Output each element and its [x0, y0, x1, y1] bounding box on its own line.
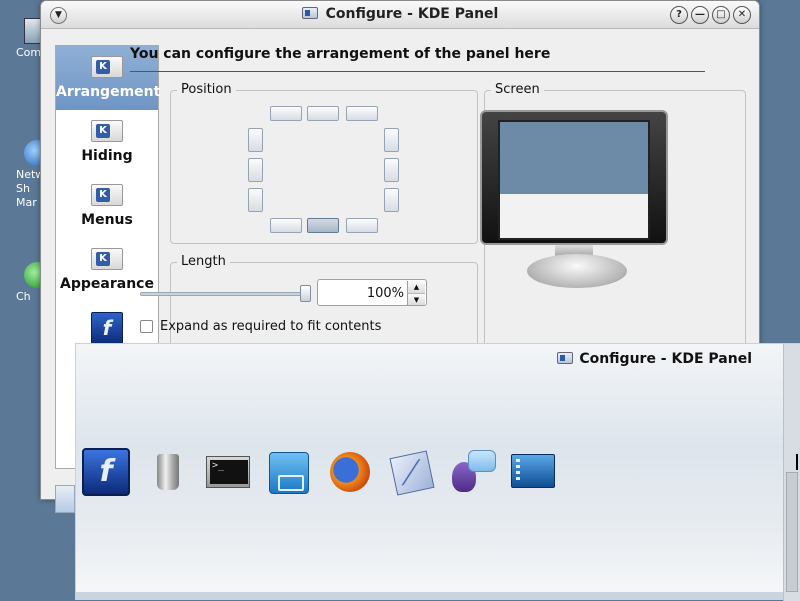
- maximize-button[interactable]: □: [712, 6, 730, 24]
- text-cursor-icon: [796, 454, 800, 470]
- monitor-preview: [480, 110, 668, 245]
- screen-preview: [498, 120, 650, 240]
- kde-panel-icon: [557, 352, 574, 364]
- position-left-center-button[interactable]: [248, 158, 263, 182]
- category-menus[interactable]: K Menus: [56, 174, 158, 238]
- file-manager-launcher[interactable]: [265, 448, 313, 496]
- length-spinbox[interactable]: 100% ▲ ▼: [317, 279, 427, 306]
- minimize-button[interactable]: —: [691, 6, 709, 24]
- help-button[interactable]: ?: [670, 6, 688, 24]
- trash-icon: [157, 454, 179, 490]
- launcher-bar: f: [82, 448, 557, 496]
- expand-checkbox[interactable]: [140, 320, 153, 333]
- position-group-title: Position: [177, 82, 236, 97]
- expand-checkbox-label[interactable]: Expand as required to fit contents: [160, 319, 381, 334]
- length-value[interactable]: 100%: [367, 286, 404, 301]
- length-slider-handle[interactable]: [300, 285, 311, 302]
- category-hiding[interactable]: K Hiding: [56, 110, 158, 174]
- dialog-button-partial[interactable]: [55, 485, 75, 513]
- position-top-left-button[interactable]: [270, 106, 302, 121]
- length-slider-track[interactable]: [140, 292, 304, 296]
- position-left-bottom-button[interactable]: [248, 188, 263, 212]
- kde-panel-icon: [301, 7, 318, 19]
- panel-preview-title: Configure - KDE Panel: [557, 351, 752, 367]
- scrollbar-thumb[interactable]: [786, 472, 798, 592]
- trash-launcher[interactable]: [143, 448, 191, 496]
- kmenu-launcher[interactable]: f: [82, 448, 130, 496]
- monitor-base: [527, 254, 627, 288]
- position-top-right-button[interactable]: [346, 106, 378, 121]
- length-group-title: Length: [177, 254, 230, 269]
- mail-launcher[interactable]: [387, 448, 435, 496]
- panel-scrollbar[interactable]: [783, 344, 800, 601]
- chat-launcher[interactable]: [448, 448, 496, 496]
- position-right-center-button[interactable]: [384, 158, 399, 182]
- category-label: Appearance: [60, 276, 154, 292]
- position-right-bottom-button[interactable]: [384, 188, 399, 212]
- desktop-launcher[interactable]: [509, 448, 557, 496]
- spin-up-arrow-icon[interactable]: ▲: [407, 281, 425, 293]
- position-bottom-center-button[interactable]: [307, 218, 339, 233]
- position-right-top-button[interactable]: [384, 128, 399, 152]
- title-bar[interactable]: ▼ Configure - KDE Panel ? — □ ✕: [41, 1, 759, 29]
- category-label: Arrangement: [56, 84, 161, 100]
- kde-icon: K: [91, 184, 123, 206]
- mail-icon: [389, 450, 435, 496]
- firefox-launcher[interactable]: [326, 448, 374, 496]
- screen-group-title: Screen: [491, 82, 544, 97]
- kde-icon: K: [91, 56, 123, 78]
- kde-icon: K: [91, 248, 123, 270]
- terminal-launcher[interactable]: [204, 448, 252, 496]
- category-label: Menus: [81, 212, 133, 228]
- window-title-text: Configure - KDE Panel: [325, 6, 499, 22]
- speech-bubble-icon: [468, 450, 496, 472]
- heading-divider: [130, 71, 705, 72]
- desktop-icon: [511, 454, 555, 488]
- length-group: Length: [170, 254, 478, 352]
- position-bottom-right-button[interactable]: [346, 218, 378, 233]
- spin-down-arrow-icon[interactable]: ▼: [407, 293, 425, 305]
- kmenu-icon: f: [99, 454, 113, 489]
- firefox-icon: [330, 452, 370, 492]
- terminal-icon: [206, 456, 250, 488]
- file-cabinet-icon: [269, 452, 309, 494]
- position-top-center-button[interactable]: [307, 106, 339, 121]
- page-heading: You can configure the arrangement of the…: [130, 46, 551, 62]
- position-bottom-left-button[interactable]: [270, 218, 302, 233]
- panel-preview-window: Configure - KDE Panel f: [75, 343, 800, 601]
- window-title: Configure - KDE Panel: [41, 6, 759, 22]
- position-left-top-button[interactable]: [248, 128, 263, 152]
- kde-icon: K: [91, 120, 123, 142]
- panel-preview-title-text: Configure - KDE Panel: [579, 351, 752, 367]
- kmenu-icon: f: [91, 312, 123, 344]
- category-label: Hiding: [81, 148, 133, 164]
- close-button[interactable]: ✕: [733, 6, 751, 24]
- panel-bottom-edge: [76, 592, 783, 600]
